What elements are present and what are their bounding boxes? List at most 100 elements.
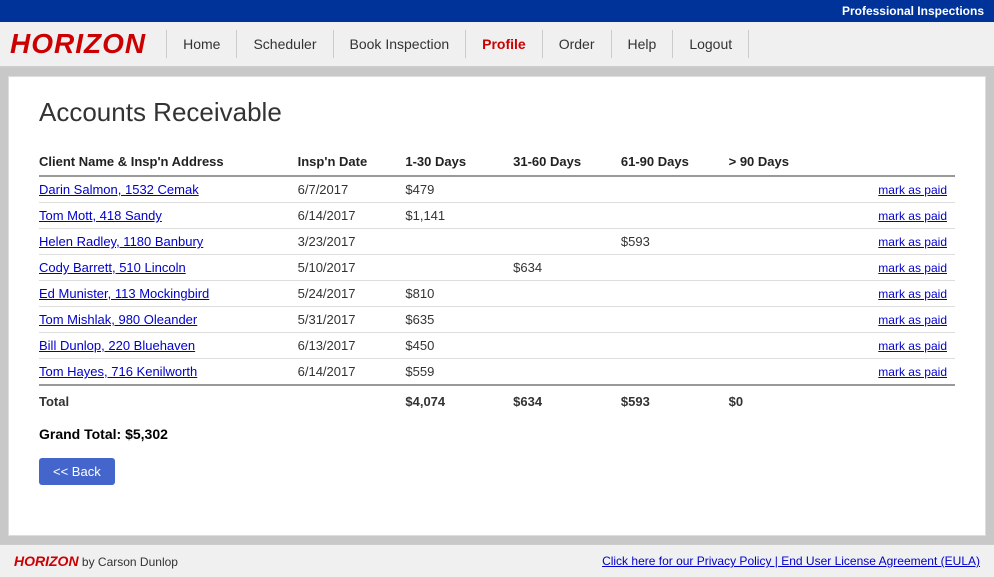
mark-paid-link[interactable]: mark as paid xyxy=(878,365,947,379)
client-link[interactable]: Darin Salmon, 1532 Cemak xyxy=(39,182,199,197)
client-link[interactable]: Tom Mishlak, 980 Oleander xyxy=(39,312,197,327)
nav-home[interactable]: Home xyxy=(166,30,237,58)
cell-date: 5/24/2017 xyxy=(298,281,406,307)
cell-client: Bill Dunlop, 220 Bluehaven xyxy=(39,333,298,359)
cell-date: 5/10/2017 xyxy=(298,255,406,281)
nav-logout[interactable]: Logout xyxy=(673,30,749,58)
mark-paid-link[interactable]: mark as paid xyxy=(878,183,947,197)
cell-31-60 xyxy=(513,176,621,203)
footer-branding: HORIZON by Carson Dunlop xyxy=(14,553,178,569)
table-row: Ed Munister, 113 Mockingbird 5/24/2017 $… xyxy=(39,281,955,307)
cell-61-90 xyxy=(621,255,729,281)
cell-61-90 xyxy=(621,203,729,229)
main-content: Accounts Receivable Client Name & Insp'n… xyxy=(8,76,986,536)
table-row: Helen Radley, 1180 Banbury 3/23/2017 $59… xyxy=(39,229,955,255)
cell-action: mark as paid xyxy=(836,203,955,229)
cell-client: Helen Radley, 1180 Banbury xyxy=(39,229,298,255)
cell-90plus xyxy=(729,281,837,307)
cell-1-30: $559 xyxy=(405,359,513,386)
cell-31-60 xyxy=(513,229,621,255)
table-row: Darin Salmon, 1532 Cemak 6/7/2017 $479 m… xyxy=(39,176,955,203)
client-link[interactable]: Tom Mott, 418 Sandy xyxy=(39,208,162,223)
cell-31-60 xyxy=(513,359,621,386)
cell-61-90 xyxy=(621,307,729,333)
mark-paid-link[interactable]: mark as paid xyxy=(878,339,947,353)
totals-date xyxy=(298,385,406,414)
top-bar: Professional Inspections xyxy=(0,0,994,22)
client-link[interactable]: Bill Dunlop, 220 Bluehaven xyxy=(39,338,195,353)
totals-31-60: $634 xyxy=(513,385,621,414)
col-header-action xyxy=(836,148,955,176)
client-link[interactable]: Ed Munister, 113 Mockingbird xyxy=(39,286,209,301)
totals-90plus: $0 xyxy=(729,385,837,414)
col-header-date: Insp'n Date xyxy=(298,148,406,176)
footer-links[interactable]: Click here for our Privacy Policy | End … xyxy=(602,554,980,568)
totals-row: Total $4,074 $634 $593 $0 xyxy=(39,385,955,414)
cell-90plus xyxy=(729,176,837,203)
cell-date: 6/14/2017 xyxy=(298,203,406,229)
cell-client: Tom Hayes, 716 Kenilworth xyxy=(39,359,298,386)
header: HORIZON Home Scheduler Book Inspection P… xyxy=(0,22,994,68)
cell-date: 6/14/2017 xyxy=(298,359,406,386)
back-button[interactable]: << Back xyxy=(39,458,115,485)
nav-order[interactable]: Order xyxy=(543,30,612,58)
footer-logo: HORIZON xyxy=(14,553,79,569)
cell-date: 6/13/2017 xyxy=(298,333,406,359)
cell-61-90: $593 xyxy=(621,229,729,255)
cell-1-30: $635 xyxy=(405,307,513,333)
cell-61-90 xyxy=(621,176,729,203)
cell-1-30: $1,141 xyxy=(405,203,513,229)
mark-paid-link[interactable]: mark as paid xyxy=(878,235,947,249)
table-row: Bill Dunlop, 220 Bluehaven 6/13/2017 $45… xyxy=(39,333,955,359)
cell-31-60 xyxy=(513,203,621,229)
logo: HORIZON xyxy=(10,28,146,60)
cell-31-60 xyxy=(513,281,621,307)
cell-client: Tom Mishlak, 980 Oleander xyxy=(39,307,298,333)
cell-61-90 xyxy=(621,333,729,359)
nav-book-inspection[interactable]: Book Inspection xyxy=(334,30,467,58)
cell-action: mark as paid xyxy=(836,359,955,386)
grand-total-label: Grand Total: xyxy=(39,426,121,442)
mark-paid-link[interactable]: mark as paid xyxy=(878,313,947,327)
totals-1-30: $4,074 xyxy=(405,385,513,414)
nav-help[interactable]: Help xyxy=(612,30,674,58)
grand-total: Grand Total: $5,302 xyxy=(39,426,955,442)
cell-date: 5/31/2017 xyxy=(298,307,406,333)
col-header-1-30: 1-30 Days xyxy=(405,148,513,176)
mark-paid-link[interactable]: mark as paid xyxy=(878,261,947,275)
main-nav: Home Scheduler Book Inspection Profile O… xyxy=(166,30,749,58)
cell-1-30: $450 xyxy=(405,333,513,359)
client-link[interactable]: Tom Hayes, 716 Kenilworth xyxy=(39,364,197,379)
client-link[interactable]: Cody Barrett, 510 Lincoln xyxy=(39,260,186,275)
cell-1-30: $810 xyxy=(405,281,513,307)
col-header-61-90: 61-90 Days xyxy=(621,148,729,176)
cell-client: Darin Salmon, 1532 Cemak xyxy=(39,176,298,203)
cell-1-30 xyxy=(405,229,513,255)
nav-scheduler[interactable]: Scheduler xyxy=(237,30,333,58)
cell-client: Cody Barrett, 510 Lincoln xyxy=(39,255,298,281)
cell-action: mark as paid xyxy=(836,333,955,359)
top-bar-label: Professional Inspections xyxy=(842,4,984,18)
nav-profile[interactable]: Profile xyxy=(466,30,543,58)
cell-action: mark as paid xyxy=(836,229,955,255)
totals-label: Total xyxy=(39,385,298,414)
totals-61-90: $593 xyxy=(621,385,729,414)
cell-90plus xyxy=(729,307,837,333)
cell-90plus xyxy=(729,333,837,359)
cell-1-30 xyxy=(405,255,513,281)
cell-31-60 xyxy=(513,307,621,333)
cell-action: mark as paid xyxy=(836,176,955,203)
col-header-90plus: > 90 Days xyxy=(729,148,837,176)
page-title: Accounts Receivable xyxy=(39,97,955,128)
footer-byline: by Carson Dunlop xyxy=(82,555,178,569)
cell-90plus xyxy=(729,255,837,281)
cell-31-60: $634 xyxy=(513,255,621,281)
cell-31-60 xyxy=(513,333,621,359)
cell-90plus xyxy=(729,203,837,229)
footer: HORIZON by Carson Dunlop Click here for … xyxy=(0,544,994,577)
mark-paid-link[interactable]: mark as paid xyxy=(878,287,947,301)
mark-paid-link[interactable]: mark as paid xyxy=(878,209,947,223)
table-row: Tom Mott, 418 Sandy 6/14/2017 $1,141 mar… xyxy=(39,203,955,229)
grand-total-value: $5,302 xyxy=(125,426,168,442)
client-link[interactable]: Helen Radley, 1180 Banbury xyxy=(39,234,203,249)
